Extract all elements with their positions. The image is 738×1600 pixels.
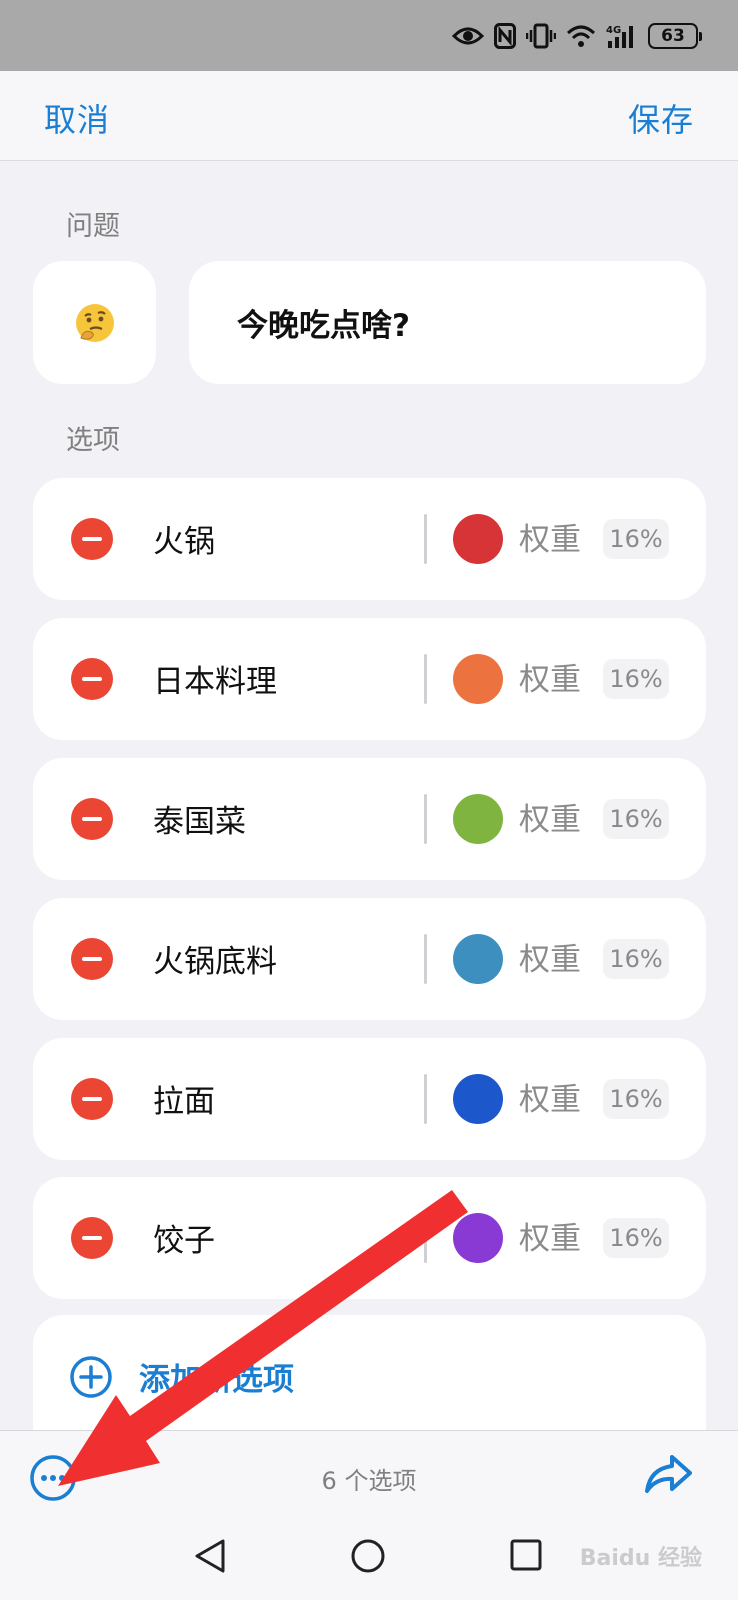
- cancel-button[interactable]: 取消: [44, 95, 110, 141]
- add-option-label: 添加新选项: [139, 1362, 294, 1398]
- weight-label: 权重: [519, 662, 581, 698]
- divider: [424, 514, 427, 564]
- option-row[interactable]: 火锅 权重 16%: [33, 478, 706, 600]
- option-label[interactable]: 泰国菜: [153, 796, 246, 841]
- battery-indicator: 63: [648, 23, 702, 49]
- option-row[interactable]: 拉面 权重 16%: [33, 1038, 706, 1160]
- question-text: 今晚吃点啥?: [237, 308, 410, 344]
- divider: [424, 934, 427, 984]
- save-button[interactable]: 保存: [628, 95, 694, 141]
- weight-value[interactable]: 16%: [603, 1079, 669, 1119]
- weight-value[interactable]: 16%: [603, 659, 669, 699]
- option-row[interactable]: 饺子 权重 16%: [33, 1177, 706, 1299]
- nfc-icon: [494, 23, 516, 49]
- option-label[interactable]: 拉面: [153, 1076, 215, 1121]
- home-icon[interactable]: [350, 1538, 386, 1574]
- option-label[interactable]: 火锅: [153, 516, 215, 561]
- option-label[interactable]: 饺子: [153, 1215, 215, 1260]
- divider: [424, 1074, 427, 1124]
- status-icons: 4G 63: [452, 20, 702, 52]
- weight-label: 权重: [519, 942, 581, 978]
- option-label[interactable]: 日本料理: [153, 656, 277, 701]
- watermark: Baidu 经验: [579, 1546, 702, 1571]
- weight-label: 权重: [519, 1221, 581, 1257]
- divider: [424, 654, 427, 704]
- option-color-swatch[interactable]: [453, 514, 503, 564]
- weight-label: 权重: [519, 802, 581, 838]
- question-emoji-button[interactable]: [33, 261, 156, 384]
- eye-icon: [452, 27, 484, 45]
- option-color-swatch[interactable]: [453, 1213, 503, 1263]
- remove-option-icon[interactable]: [71, 1078, 113, 1120]
- weight-value[interactable]: 16%: [603, 519, 669, 559]
- divider: [424, 794, 427, 844]
- divider: [424, 1213, 427, 1263]
- options-section-label: 选项: [66, 425, 120, 456]
- add-option-button[interactable]: 添加新选项: [33, 1315, 706, 1437]
- remove-option-icon[interactable]: [71, 518, 113, 560]
- option-row[interactable]: 火锅底料 权重 16%: [33, 898, 706, 1020]
- remove-option-icon[interactable]: [71, 658, 113, 700]
- thinking-face-icon: [75, 303, 114, 342]
- option-label[interactable]: 火锅底料: [153, 936, 277, 981]
- recents-icon[interactable]: [509, 1538, 543, 1572]
- nav-bar: 取消 保存: [0, 71, 738, 161]
- option-color-swatch[interactable]: [453, 1074, 503, 1124]
- weight-label: 权重: [519, 1082, 581, 1118]
- remove-option-icon[interactable]: [71, 938, 113, 980]
- remove-option-icon[interactable]: [71, 798, 113, 840]
- share-icon[interactable]: [644, 1453, 692, 1497]
- question-input[interactable]: 今晚吃点啥?: [189, 261, 706, 384]
- option-color-swatch[interactable]: [453, 794, 503, 844]
- status-bar: 4G 63: [0, 0, 738, 71]
- option-row[interactable]: 泰国菜 权重 16%: [33, 758, 706, 880]
- remove-option-icon[interactable]: [71, 1217, 113, 1259]
- option-color-swatch[interactable]: [453, 934, 503, 984]
- bottom-toolbar: 6 个选项: [0, 1430, 738, 1525]
- option-color-swatch[interactable]: [453, 654, 503, 704]
- weight-value[interactable]: 16%: [603, 939, 669, 979]
- weight-value[interactable]: 16%: [603, 799, 669, 839]
- wifi-icon: [566, 25, 596, 47]
- weight-value[interactable]: 16%: [603, 1218, 669, 1258]
- signal-4g-icon: 4G: [606, 25, 633, 48]
- option-row[interactable]: 日本料理 权重 16%: [33, 618, 706, 740]
- question-section-label: 问题: [66, 211, 120, 242]
- vibrate-icon: [526, 23, 556, 49]
- weight-label: 权重: [519, 522, 581, 558]
- option-count: 6 个选项: [321, 1467, 417, 1495]
- back-icon[interactable]: [193, 1538, 227, 1574]
- plus-circle-icon: [70, 1356, 112, 1398]
- svg-text:4G: 4G: [606, 25, 621, 36]
